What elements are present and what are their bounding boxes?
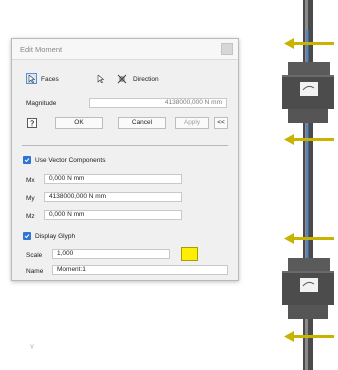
axis-marker: Y — [30, 345, 35, 351]
upper-block — [282, 62, 334, 123]
lower-block — [282, 258, 334, 319]
model-viewport[interactable] — [0, 0, 338, 370]
